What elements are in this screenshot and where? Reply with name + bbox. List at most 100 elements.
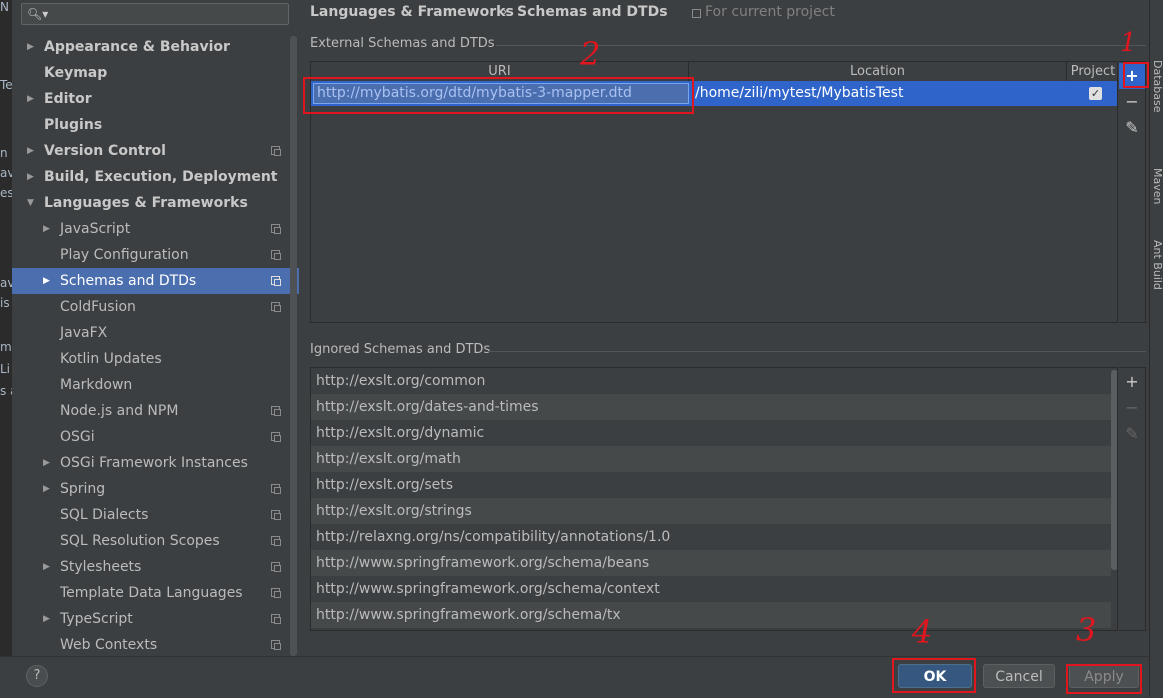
ide-text-fragment: n xyxy=(0,146,8,160)
sidebar-item[interactable]: Node.js and NPM xyxy=(12,398,299,424)
sidebar-item-label: Markdown xyxy=(60,377,133,393)
list-item[interactable]: http://exslt.org/sets xyxy=(311,472,1111,498)
list-item[interactable]: http://www.springframework.org/schema/tx xyxy=(311,602,1111,628)
sidebar-item-label: Template Data Languages xyxy=(60,585,243,601)
add-ignored-button[interactable]: + xyxy=(1119,369,1145,395)
sidebar-scrollbar[interactable] xyxy=(290,36,297,656)
sidebar-item[interactable]: ▶ Editor xyxy=(12,86,299,112)
sidebar-item[interactable]: ColdFusion xyxy=(12,294,299,320)
annotation-number-3: 3 xyxy=(1076,611,1097,649)
sidebar-item[interactable]: Template Data Languages xyxy=(12,580,299,606)
chevron-right-icon[interactable]: ▶ xyxy=(43,554,50,580)
sidebar-item[interactable]: SQL Resolution Scopes xyxy=(12,528,299,554)
sidebar-item[interactable]: Play Configuration xyxy=(12,242,299,268)
sidebar-item-label: OSGi xyxy=(60,429,95,445)
chevron-right-icon[interactable]: ▶ xyxy=(43,606,50,632)
annotation-number-4: 4 xyxy=(912,613,933,651)
cancel-button[interactable]: Cancel xyxy=(983,664,1055,688)
sidebar-item[interactable]: ▶ Spring xyxy=(12,476,299,502)
external-section-title: External Schemas and DTDs xyxy=(310,36,495,51)
ide-text-fragment: av xyxy=(0,166,12,180)
sidebar-item[interactable]: OSGi xyxy=(12,424,299,450)
list-item[interactable]: http://exslt.org/dynamic xyxy=(311,420,1111,446)
chevron-right-icon[interactable]: ▶ xyxy=(43,476,50,502)
breadcrumb-separator: › xyxy=(502,4,508,20)
project-checkbox[interactable]: ✓ xyxy=(1089,87,1102,100)
list-item[interactable]: http://www.springframework.org/schema/be… xyxy=(311,550,1111,576)
list-item[interactable]: http://exslt.org/math xyxy=(311,446,1111,472)
list-item[interactable]: http://exslt.org/common xyxy=(311,368,1111,394)
sidebar-item-label: Spring xyxy=(60,481,106,497)
edit-schema-button[interactable]: ✎ xyxy=(1119,115,1145,141)
list-item[interactable]: http://relaxng.org/ns/compatibility/anno… xyxy=(311,524,1111,550)
ide-text-fragment: Te xyxy=(0,78,12,92)
tool-tab-database[interactable]: Database xyxy=(1150,60,1163,113)
project-scope-icon xyxy=(692,9,701,18)
project-scope-icon xyxy=(271,276,281,286)
sidebar-item[interactable]: Kotlin Updates xyxy=(12,346,299,372)
chevron-right-icon[interactable]: ▶ xyxy=(43,216,50,242)
chevron-right-icon[interactable]: ▶ xyxy=(27,164,34,190)
settings-search-input[interactable]: 🔍︎▾ xyxy=(21,3,289,25)
column-header-location[interactable]: Location xyxy=(689,62,1067,81)
sidebar-item[interactable]: Keymap xyxy=(12,60,299,86)
sidebar-item[interactable]: ▶ Schemas and DTDs xyxy=(12,268,299,294)
sidebar-item-label: OSGi Framework Instances xyxy=(60,455,248,471)
breadcrumb-parent[interactable]: Languages & Frameworks xyxy=(310,4,514,20)
annotation-box-ok xyxy=(892,658,976,693)
help-button[interactable]: ? xyxy=(26,665,48,687)
sidebar-item[interactable]: ▶ Appearance & Behavior xyxy=(12,34,299,60)
chevron-right-icon[interactable]: ▶ xyxy=(27,34,34,60)
ide-text-fragment: es xyxy=(0,186,12,200)
sidebar-item[interactable]: Markdown xyxy=(12,372,299,398)
location-cell[interactable]: /home/zili/mytest/MybatisTest xyxy=(695,81,903,106)
sidebar-item-label: SQL Resolution Scopes xyxy=(60,533,220,549)
ide-text-fragment: is xyxy=(0,296,10,310)
sidebar-item[interactable]: ▶ OSGi Framework Instances xyxy=(12,450,299,476)
annotation-number-1: 1 xyxy=(1120,28,1137,58)
remove-schema-button[interactable]: − xyxy=(1119,89,1145,115)
sidebar-item-label: Kotlin Updates xyxy=(60,351,162,367)
sidebar-item-label: Appearance & Behavior xyxy=(44,39,230,55)
list-item[interactable]: http://www.springframework.org/schema/co… xyxy=(311,576,1111,602)
sidebar-item-label: Node.js and NPM xyxy=(60,403,179,419)
annotation-number-2: 2 xyxy=(580,35,601,73)
project-scope-icon xyxy=(271,250,281,260)
tool-tab-maven[interactable]: Maven xyxy=(1150,168,1163,204)
ignored-section-title: Ignored Schemas and DTDs xyxy=(310,342,491,357)
annotation-box-apply xyxy=(1066,664,1142,694)
column-header-project[interactable]: Project xyxy=(1067,62,1119,81)
sidebar-item-label: Web Contexts xyxy=(60,637,158,653)
remove-ignored-button[interactable]: − xyxy=(1119,395,1145,421)
sidebar-item[interactable]: SQL Dialects xyxy=(12,502,299,528)
sidebar-item-label: Plugins xyxy=(44,117,103,133)
chevron-right-icon[interactable]: ▶ xyxy=(43,268,50,294)
sidebar-item-label: ColdFusion xyxy=(60,299,136,315)
list-item[interactable]: http://exslt.org/dates-and-times xyxy=(311,394,1111,420)
right-tool-strip: Database Maven Ant Build xyxy=(1149,0,1163,697)
ignored-list-scrollbar[interactable] xyxy=(1111,370,1117,570)
sidebar-item[interactable]: ▶ Build, Execution, Deployment xyxy=(12,164,299,190)
chevron-right-icon[interactable]: ▶ xyxy=(27,86,34,112)
sidebar-item[interactable]: Plugins xyxy=(12,112,299,138)
sidebar-item[interactable]: ▶ Stylesheets xyxy=(12,554,299,580)
list-item[interactable]: http://exslt.org/strings xyxy=(311,498,1111,524)
sidebar-item-label: JavaFX xyxy=(60,325,108,341)
chevron-right-icon[interactable]: ▶ xyxy=(43,450,50,476)
edit-ignored-button[interactable]: ✎ xyxy=(1119,421,1145,447)
sidebar-item[interactable]: JavaFX xyxy=(12,320,299,346)
sidebar-item[interactable]: ▶ TypeScript xyxy=(12,606,299,632)
chevron-right-icon[interactable]: ▶ xyxy=(27,138,34,164)
project-scope-icon xyxy=(271,406,281,416)
sidebar-item[interactable]: ▶ Version Control xyxy=(12,138,299,164)
sidebar-item[interactable]: ▶ JavaScript xyxy=(12,216,299,242)
tool-tab-ant-build[interactable]: Ant Build xyxy=(1150,240,1163,290)
sidebar-item[interactable]: Web Contexts xyxy=(12,632,299,656)
search-icon[interactable]: 🔍︎▾ xyxy=(27,7,48,21)
project-scope-icon xyxy=(271,146,281,156)
chevron-down-icon[interactable]: ▼ xyxy=(27,190,34,216)
sidebar-item[interactable]: ▼ Languages & Frameworks xyxy=(12,190,299,216)
project-scope-icon xyxy=(271,510,281,520)
sidebar-item-label: SQL Dialects xyxy=(60,507,149,523)
sidebar-item-label: Languages & Frameworks xyxy=(44,195,248,211)
